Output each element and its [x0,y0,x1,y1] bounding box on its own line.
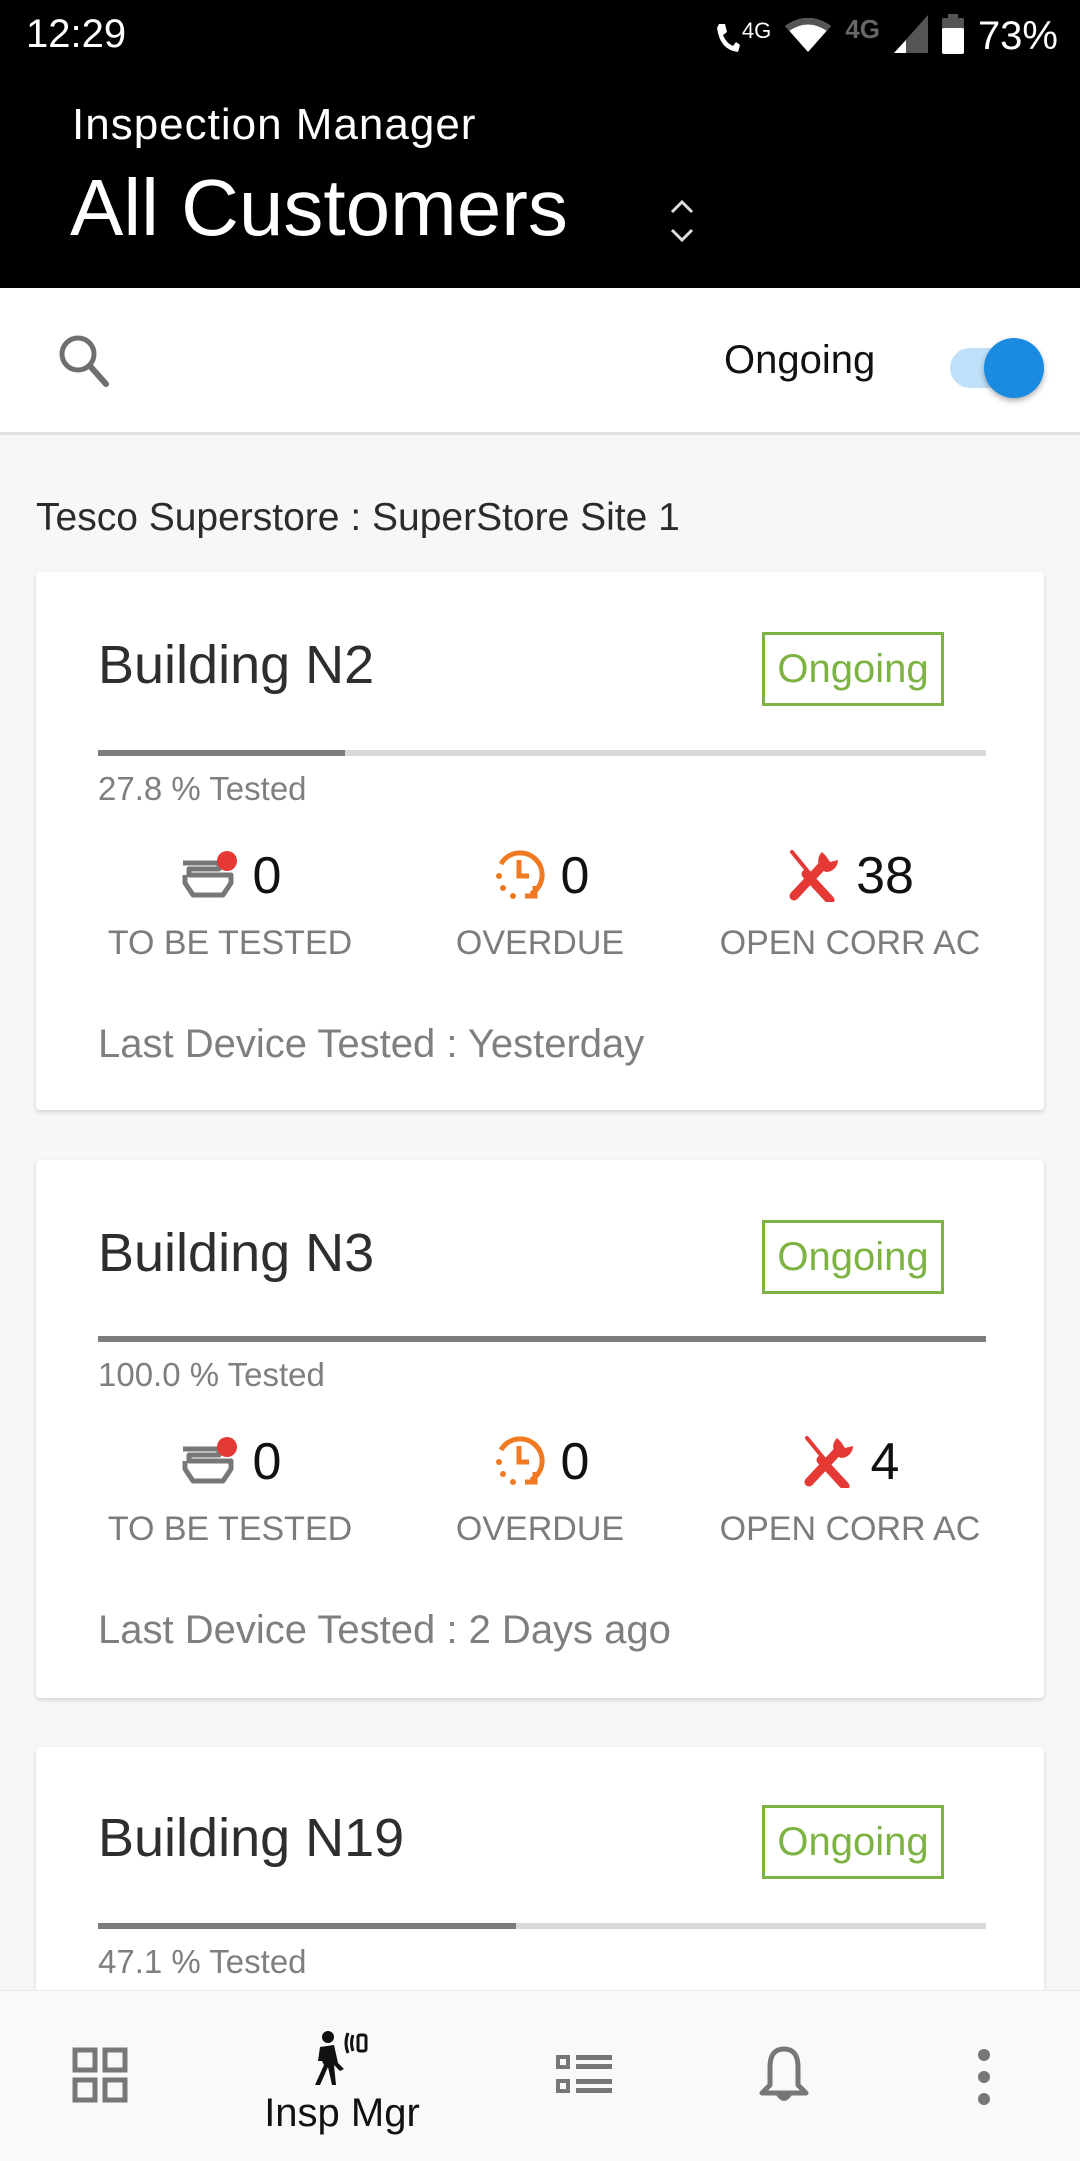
nav-notifications[interactable] [724,1991,844,2161]
tested-progress-bar [98,750,986,756]
overdue-count: 0 [560,1433,590,1491]
to-be-tested-stat[interactable]: 0 TO BE TESTED [80,1430,380,1570]
cell-signal-icon [893,14,928,58]
open-corr-count: 4 [870,1433,900,1491]
more-vert-icon [974,2049,994,2110]
overdue-clock-icon [491,1432,547,1493]
customer-selector-title[interactable]: All Customers [70,162,568,254]
to-be-tested-count: 0 [252,847,282,905]
battery-percent: 73% [977,13,1058,58]
nav-insp-mgr[interactable]: Insp Mgr [232,1991,452,2161]
site-heading: Tesco Superstore : SuperStore Site 1 [36,496,680,539]
list-icon [556,2055,612,2100]
overdue-label: OVERDUE [455,1510,625,1548]
tools-icon [801,1432,857,1493]
building-card[interactable]: Building N3 Ongoing 100.0 % Tested 0 TO … [36,1160,1044,1698]
tested-progress-bar [98,1336,986,1342]
dashboard-grid-icon [72,2047,128,2108]
tested-percent-text: 47.1 % Tested [98,1943,307,1980]
to-be-tested-stat[interactable]: 0 TO BE TESTED [80,844,380,984]
battery-icon [941,13,964,59]
data-network-label: 4G [845,13,880,44]
tested-progress-fill [98,1336,986,1342]
building-name: Building N2 [98,635,375,695]
app-header: Inspection Manager All Customers [0,72,1080,288]
building-name: Building N3 [98,1223,375,1283]
to-be-tested-count: 0 [252,1433,282,1491]
app-subtitle: Inspection Manager [72,100,477,149]
bell-icon [758,2045,810,2112]
tested-percent-text: 27.8 % Tested [98,770,307,807]
open-corr-label: OPEN CORR AC [719,1510,981,1548]
status-bar: 12:29 4G 4G 73% [0,0,1080,72]
device-alert-icon [179,1435,239,1490]
inspector-walking-icon [312,2029,372,2090]
device-alert-icon [179,849,239,904]
tested-percent-text: 100.0 % Tested [98,1356,325,1393]
ongoing-toggle[interactable] [948,328,1048,398]
customer-selector-chevron-icon[interactable] [664,192,700,252]
call-network-label: 4G [741,18,772,43]
search-icon[interactable] [52,328,116,392]
volte-call-icon: 4G [714,18,771,54]
nav-more[interactable] [924,1991,1044,2161]
open-corrective-actions-stat[interactable]: 4 OPEN CORR AC [700,1430,1000,1570]
filter-bar: Ongoing [0,288,1080,435]
tested-progress-fill [98,1923,517,1929]
toggle-thumb [984,338,1044,398]
ongoing-filter-label: Ongoing [724,338,876,382]
open-corr-label: OPEN CORR AC [719,924,981,962]
overdue-stat[interactable]: 0 OVERDUE [390,1430,690,1570]
bottom-navigation: Insp Mgr [0,1990,1080,2161]
tools-icon [786,846,842,907]
last-device-tested: Last Device Tested : Yesterday [98,1022,645,1066]
overdue-label: OVERDUE [455,924,625,962]
status-time: 12:29 [26,12,127,56]
open-corr-count: 38 [856,847,914,905]
status-icons: 4G 4G 73% [714,12,1058,60]
tested-progress-bar [98,1923,986,1929]
building-name: Building N19 [98,1808,405,1868]
wifi-icon [785,16,832,57]
status-badge[interactable]: Ongoing [762,1805,944,1879]
overdue-stat[interactable]: 0 OVERDUE [390,844,690,984]
overdue-count: 0 [560,847,590,905]
overdue-clock-icon [491,846,547,907]
last-device-tested: Last Device Tested : 2 Days ago [98,1608,671,1652]
building-card[interactable]: Building N2 Ongoing 27.8 % Tested 0 TO B… [36,572,1044,1110]
status-badge[interactable]: Ongoing [762,1220,944,1294]
nav-list[interactable] [524,1991,644,2161]
to-be-tested-label: TO BE TESTED [107,1510,353,1548]
tested-progress-fill [98,750,345,756]
status-badge[interactable]: Ongoing [762,632,944,706]
nav-dashboard[interactable] [40,1991,160,2161]
nav-insp-mgr-label: Insp Mgr [264,2091,420,2135]
open-corrective-actions-stat[interactable]: 38 OPEN CORR AC [700,844,1000,984]
to-be-tested-label: TO BE TESTED [107,924,353,962]
